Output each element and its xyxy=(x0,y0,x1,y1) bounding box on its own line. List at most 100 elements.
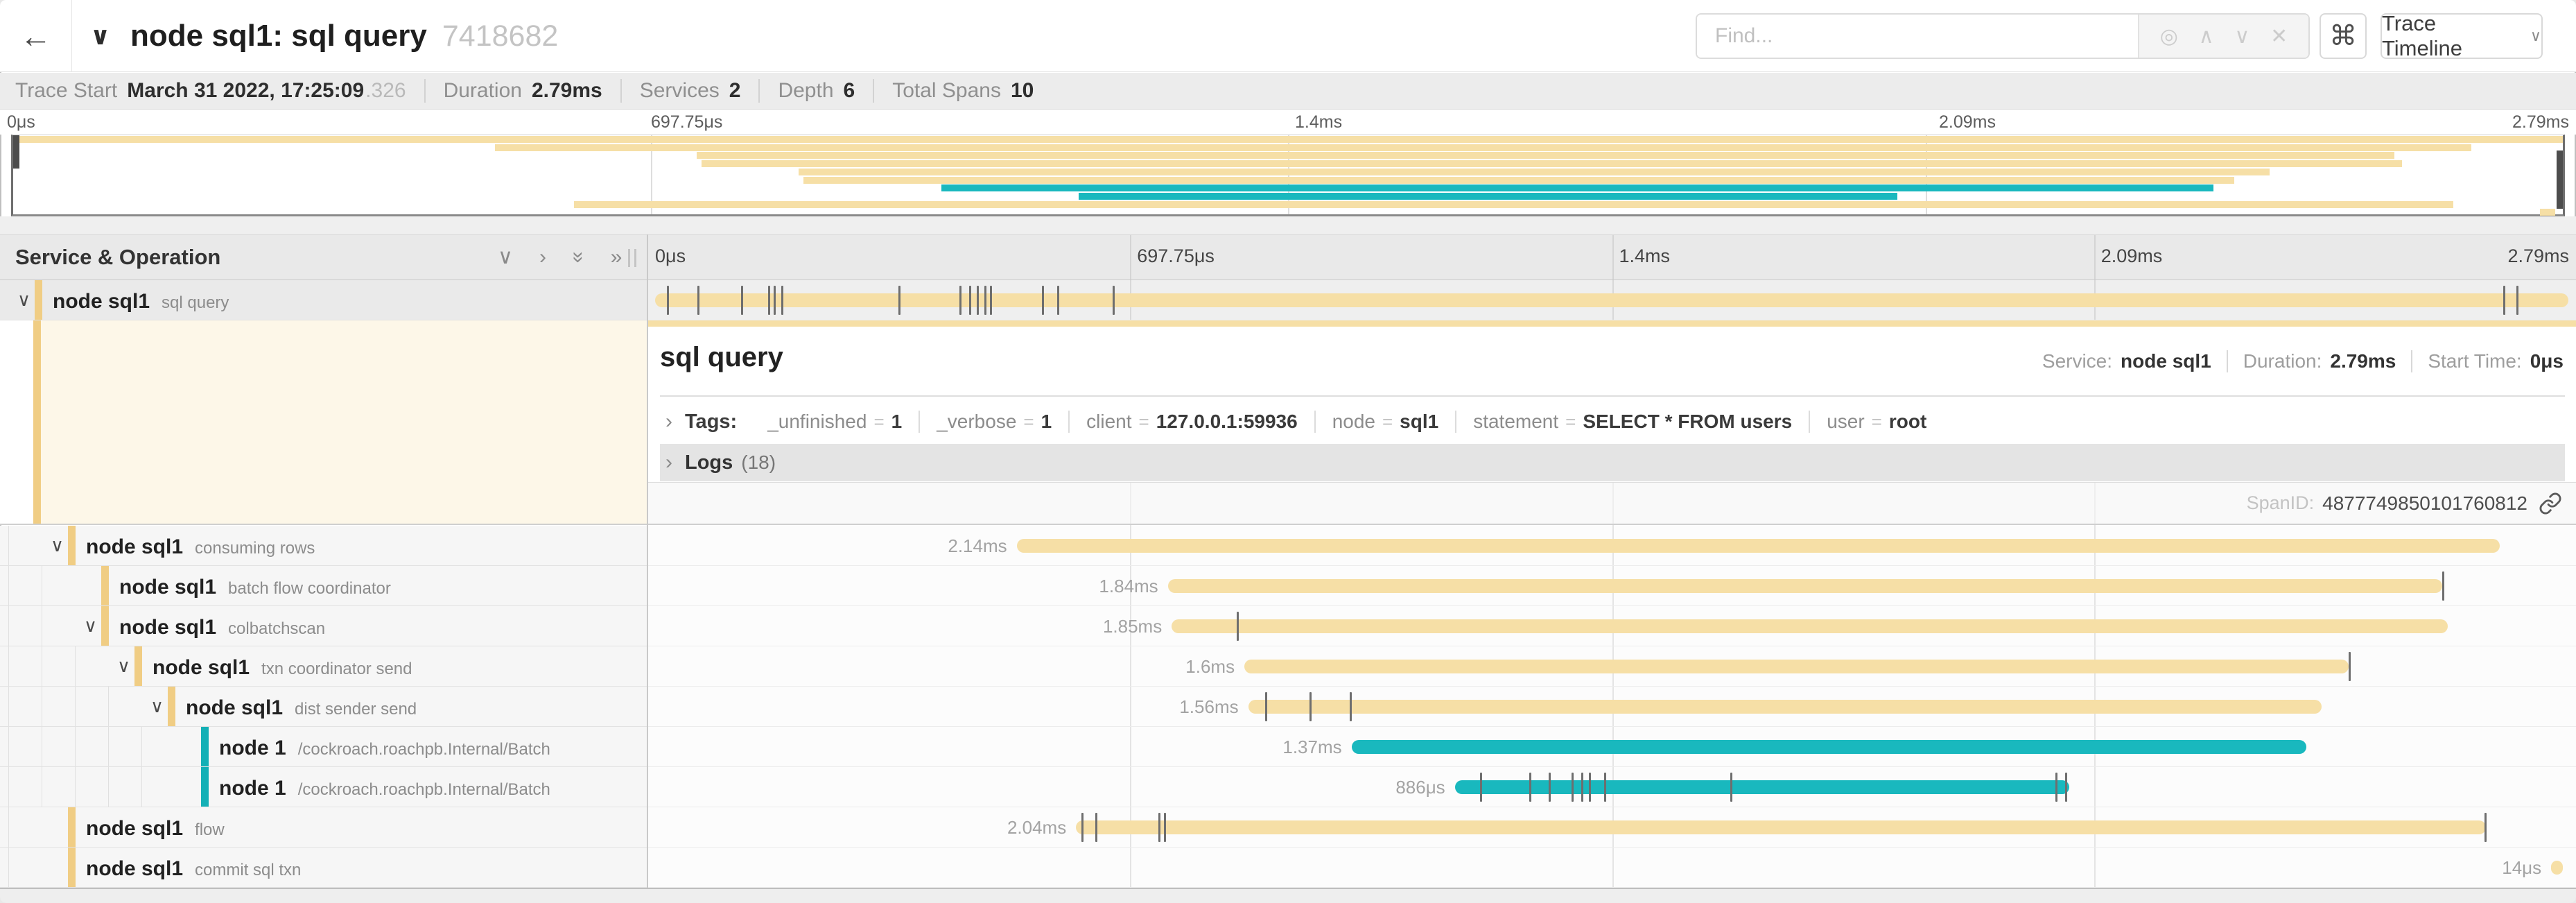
span-tree-row[interactable]: ∨node sql1dist sender send xyxy=(0,687,647,727)
column-resizer[interactable] xyxy=(628,249,636,267)
span-tree-row[interactable]: ∨ node sql1sql query xyxy=(0,280,647,320)
find-prev-icon[interactable]: ∧ xyxy=(2199,24,2214,49)
tree-chevron-icon[interactable]: ∨ xyxy=(17,280,31,320)
span-tree-row[interactable]: node sql1flow xyxy=(0,807,647,848)
span-color-bar xyxy=(134,646,142,686)
trace-collapse-toggle[interactable]: ∨ xyxy=(90,0,110,72)
timeline-ruler: 0μs697.75μs1.4ms2.09ms2.79ms xyxy=(648,234,2576,280)
collapse-all-icon[interactable]: » xyxy=(568,252,589,264)
detail-meta-label: Start Time: xyxy=(2428,350,2521,372)
detail-meta-value: node sql1 xyxy=(2121,350,2211,372)
log-marker xyxy=(2442,571,2444,601)
bottom-strip xyxy=(0,888,2576,903)
span-timeline-row[interactable]: 1.6ms xyxy=(648,646,2576,687)
tags-list: _unfinished=1_verbose=1client=127.0.0.1:… xyxy=(751,411,1943,433)
tree-chevron-icon[interactable]: ∨ xyxy=(51,526,64,565)
span-bar[interactable] xyxy=(1017,539,2500,553)
span-timeline-row[interactable]: 1.85ms xyxy=(648,606,2576,646)
tag-value: 1 xyxy=(891,411,903,433)
minimap-span-bar xyxy=(13,136,2563,143)
log-marker xyxy=(1549,773,1551,802)
log-marker xyxy=(2065,773,2067,802)
indent-guide xyxy=(108,687,109,726)
span-bar[interactable] xyxy=(1168,579,2442,593)
tree-chevron-icon[interactable]: ∨ xyxy=(117,646,130,686)
span-timeline-row[interactable]: 1.37ms xyxy=(648,727,2576,767)
detail-meta-value: 2.79ms xyxy=(2330,350,2396,372)
indent-guide xyxy=(8,807,9,847)
span-tree-row[interactable]: node 1/cockroach.roachpb.Internal/Batch xyxy=(0,767,647,807)
tree-chevron-icon[interactable]: ∨ xyxy=(150,687,164,726)
span-duration-label: 14μs xyxy=(2502,848,2541,888)
tag-equals: = xyxy=(1139,411,1149,433)
span-tree-row[interactable]: ∨node sql1txn coordinator send xyxy=(0,646,647,687)
span-bar[interactable] xyxy=(2551,861,2563,875)
view-selector-button[interactable]: Trace Timeline ∨ xyxy=(2381,13,2543,59)
span-timeline-row[interactable]: 1.84ms xyxy=(648,566,2576,606)
find-clear-icon[interactable]: ✕ xyxy=(2270,24,2288,49)
span-tree-row[interactable]: node sql1batch flow coordinator xyxy=(0,566,647,606)
chevron-right-icon: › xyxy=(665,410,672,433)
span-timeline-row[interactable]: 1.56ms xyxy=(648,687,2576,727)
tags-row[interactable]: › Tags: _unfinished=1_verbose=1client=12… xyxy=(660,402,1943,441)
log-marker xyxy=(1158,813,1160,842)
span-timeline-row[interactable]: 886μs xyxy=(648,767,2576,807)
ruler-label: 2.09ms xyxy=(2101,246,2163,267)
span-tree-row[interactable]: node 1/cockroach.roachpb.Internal/Batch xyxy=(0,727,647,767)
span-bar[interactable] xyxy=(1076,820,2486,834)
panel-splitter[interactable] xyxy=(647,234,648,888)
indent-guide xyxy=(8,646,9,686)
span-bar[interactable] xyxy=(655,293,2568,307)
span-bar[interactable] xyxy=(1455,780,2069,794)
expand-one-icon[interactable]: › xyxy=(539,247,546,268)
span-bar[interactable] xyxy=(1172,619,2448,633)
back-button[interactable]: ← xyxy=(0,0,72,72)
find-input[interactable] xyxy=(1697,15,2138,58)
span-name: node sql1sql query xyxy=(53,280,229,320)
ruler-label: 1.4ms xyxy=(1295,112,1342,132)
log-marker xyxy=(1265,692,1267,721)
tag-item: _verbose=1 xyxy=(919,411,1068,433)
collapse-one-icon[interactable]: ∨ xyxy=(498,247,513,268)
trace-info-label: Trace Start xyxy=(15,79,117,103)
tag-value: SELECT * FROM users xyxy=(1583,411,1792,433)
span-duration-label: 2.14ms xyxy=(948,526,1007,566)
span-timeline-row[interactable]: 2.04ms xyxy=(648,807,2576,848)
span-bar[interactable] xyxy=(1248,700,2322,714)
indent-guide xyxy=(8,767,9,807)
detail-span-title: sql query xyxy=(660,342,783,373)
trace-id: 7418682 xyxy=(442,19,558,53)
span-tree-row[interactable]: ∨node sql1consuming rows xyxy=(0,526,647,566)
keyboard-shortcuts-button[interactable]: ⌘ xyxy=(2320,13,2367,59)
span-tree-row[interactable]: node sql1commit sql txn xyxy=(0,848,647,888)
find-next-icon[interactable]: ∨ xyxy=(2234,24,2249,49)
minimap-right-handle[interactable] xyxy=(2557,150,2563,209)
span-bar[interactable] xyxy=(1244,660,2349,673)
detail-divider xyxy=(660,395,2565,397)
tree-controls: ∨ › » » xyxy=(498,235,622,280)
link-icon[interactable] xyxy=(2539,492,2562,515)
span-timeline-row[interactable] xyxy=(648,280,2576,320)
minimap-left-handle[interactable] xyxy=(13,135,19,169)
log-marker xyxy=(2349,652,2351,681)
trace-info-value: March 31 2022, 17:25:09 xyxy=(127,79,364,103)
log-marker xyxy=(697,286,699,315)
expand-all-icon[interactable]: » xyxy=(611,247,623,268)
log-marker xyxy=(1581,773,1583,802)
locate-icon[interactable]: ◎ xyxy=(2160,24,2178,49)
tree-chevron-icon[interactable]: ∨ xyxy=(84,606,97,646)
span-name: node sql1batch flow coordinator xyxy=(119,566,391,605)
tag-item: _unfinished=1 xyxy=(751,411,919,433)
log-marker xyxy=(1164,813,1166,842)
span-tree-row[interactable]: ∨node sql1colbatchscan xyxy=(0,606,647,646)
span-bar[interactable] xyxy=(1352,740,2306,754)
tag-item: statement=SELECT * FROM users xyxy=(1455,411,1809,433)
service-operation-header: Service & Operation xyxy=(15,235,220,280)
trace-info-item: Total Spans10 xyxy=(873,79,1052,103)
logs-row[interactable]: › Logs (18) xyxy=(660,444,2565,481)
span-timeline-row[interactable]: 14μs xyxy=(648,848,2576,888)
span-timeline-row[interactable]: 2.14ms xyxy=(648,526,2576,566)
indent-guide xyxy=(141,727,142,766)
detail-meta-value: 0μs xyxy=(2530,350,2564,372)
minimap-canvas[interactable] xyxy=(11,135,2565,216)
